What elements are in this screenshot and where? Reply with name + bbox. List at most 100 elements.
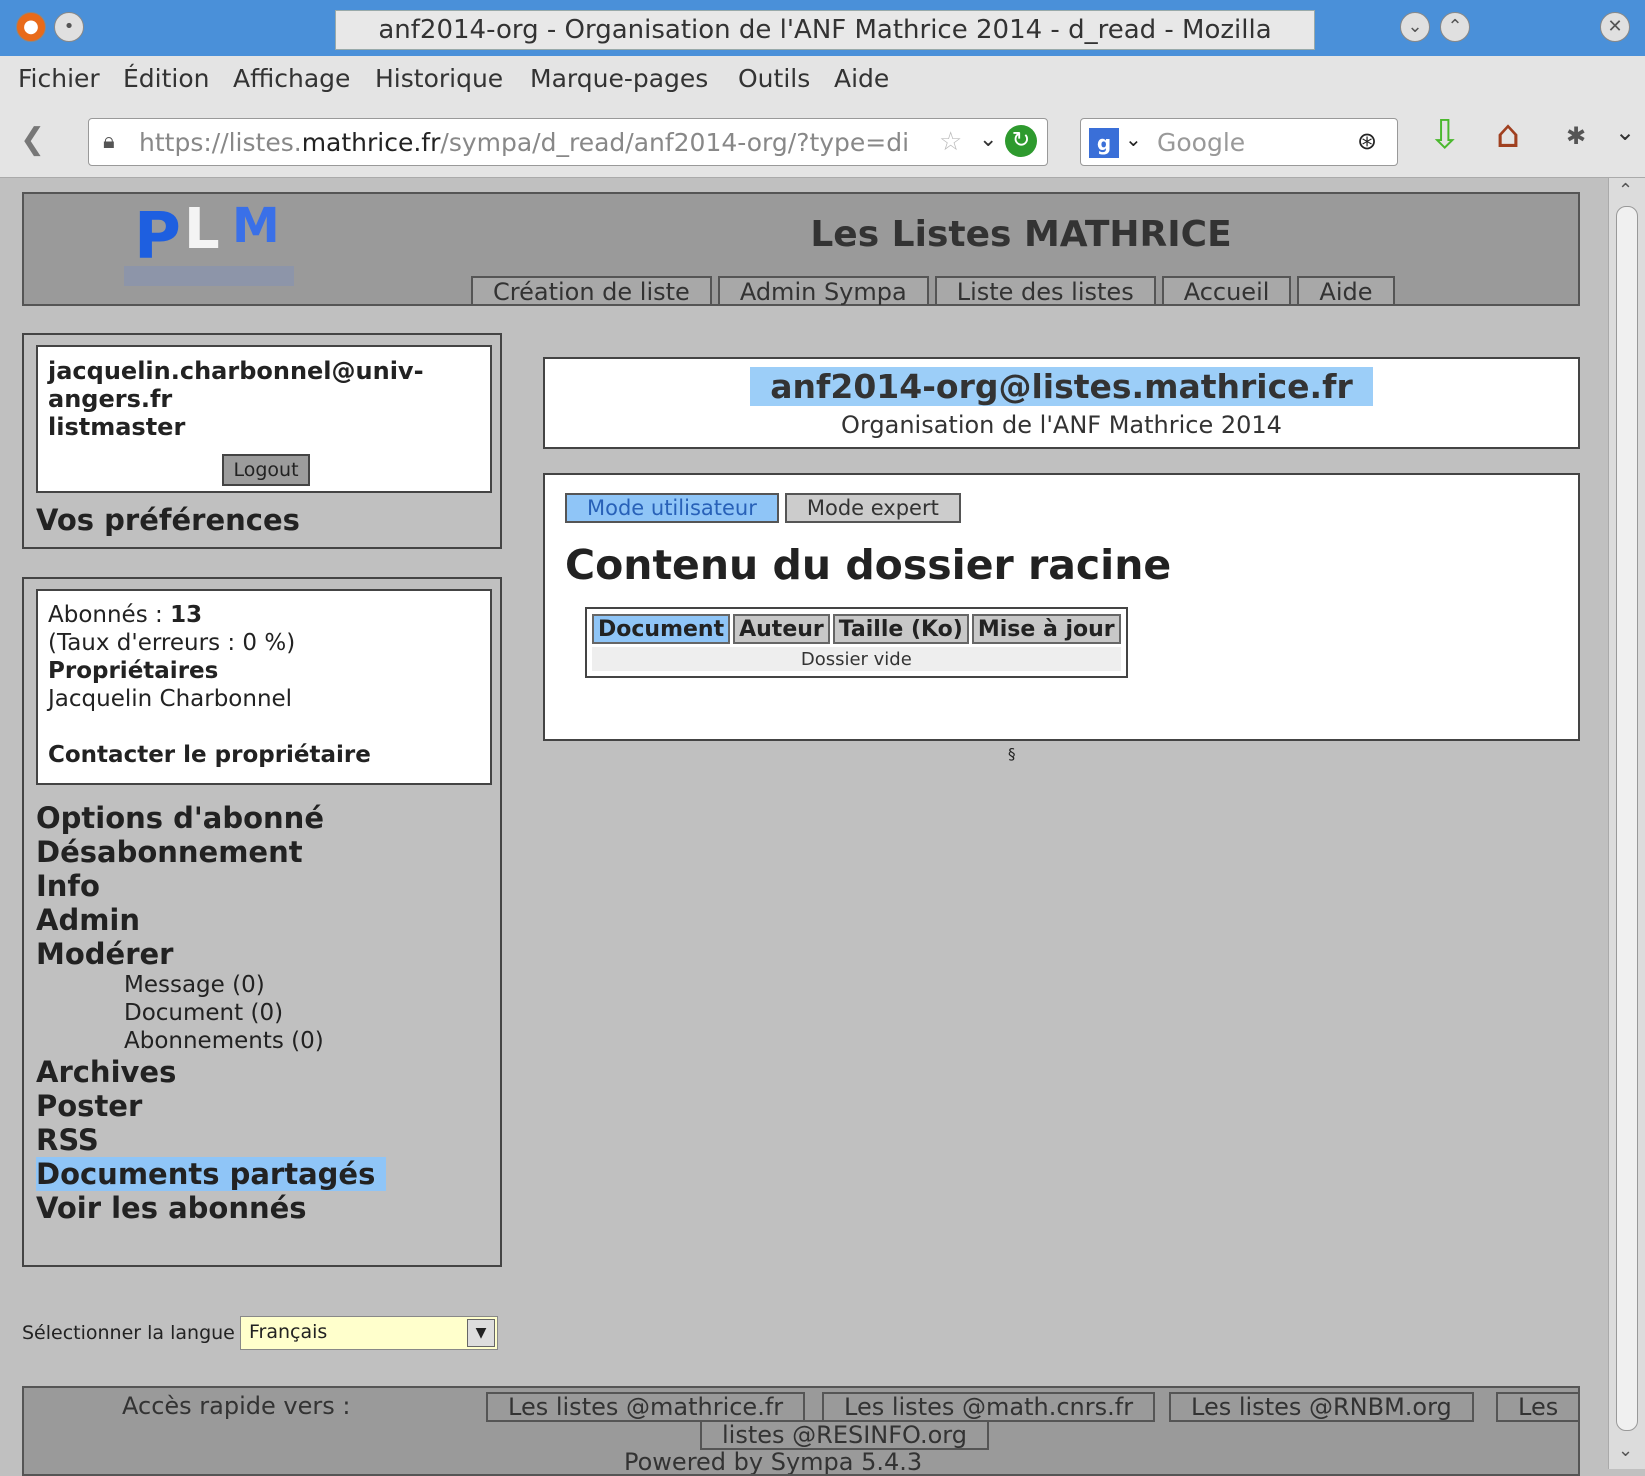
column-taille[interactable]: Taille (Ko): [832, 614, 969, 644]
mode-expert-button[interactable]: Mode expert: [784, 493, 961, 523]
footer-link-math-cnrs[interactable]: Les listes @math.cnrs.fr: [822, 1392, 1156, 1422]
list-info-box: Abonnés : 13 (Taux d'erreurs : 0 %) Prop…: [36, 589, 492, 785]
language-select[interactable]: Français ▼: [240, 1316, 498, 1350]
site-title: Les Listes MATHRICE: [810, 214, 1232, 255]
login-panel: jacquelin.charbonnel@univ- angers.fr lis…: [22, 333, 502, 549]
column-document[interactable]: Document: [592, 614, 731, 644]
menu-bar: Fichier Édition Affichage Historique Mar…: [0, 56, 1645, 104]
nav-admin-sympa[interactable]: Admin Sympa: [717, 276, 929, 306]
menu-admin[interactable]: Admin: [36, 903, 496, 937]
menu-moderer[interactable]: Modérer: [36, 937, 496, 971]
user-role: listmaster: [48, 413, 186, 441]
reload-icon[interactable]: ↻: [1005, 125, 1037, 157]
quick-access-label: Accès rapide vers :: [122, 1392, 351, 1420]
window-title: anf2014-org - Organisation de l'ANF Math…: [335, 10, 1315, 83]
error-rate: (Taux d'erreurs : 0 %): [48, 630, 296, 656]
list-menu: Options d'abonné Désabonnement Info Admi…: [36, 801, 496, 1225]
binoculars-icon[interactable]: ⊛: [1357, 127, 1377, 155]
firefox-icon[interactable]: ●: [16, 12, 46, 42]
page-content: P L M Les Listes MATHRICE Création de li…: [8, 178, 1608, 1476]
folder-title: Contenu du dossier racine: [565, 541, 1172, 589]
shared-documents-panel: Mode utilisateur Mode expert Contenu du d…: [543, 473, 1580, 741]
menu-fichier[interactable]: Fichier: [18, 64, 100, 93]
search-engine-dropdown-icon[interactable]: ⌄: [1125, 127, 1142, 151]
minimize-icon[interactable]: ⌄: [1400, 12, 1430, 42]
nav-accueil[interactable]: Accueil: [1161, 276, 1292, 306]
menu-options-abonne[interactable]: Options d'abonné: [36, 801, 496, 835]
site-header: P L M Les Listes MATHRICE Création de li…: [22, 192, 1580, 306]
list-email-wrap: anf2014-org@listes.mathrice.fr: [545, 367, 1578, 406]
list-header: anf2014-org@listes.mathrice.fr Organisat…: [543, 357, 1580, 449]
nav-liste-des-listes[interactable]: Liste des listes: [934, 276, 1156, 306]
subscribers-line: Abonnés : 13: [48, 602, 203, 628]
list-email[interactable]: anf2014-org@listes.mathrice.fr: [750, 367, 1373, 406]
documents-table: Document Auteur Taille (Ko) Mise à jour …: [585, 607, 1128, 678]
window-menu-icon[interactable]: •: [54, 12, 84, 42]
footer-link-resinfo-part1[interactable]: Les: [1496, 1392, 1578, 1422]
empty-folder-text: Dossier vide: [592, 647, 1121, 671]
lock-icon: 🔒︎: [103, 129, 115, 154]
table-row: Dossier vide: [592, 647, 1121, 671]
scrollbar-thumb[interactable]: [1616, 206, 1638, 1431]
owner-name: Jacquelin Charbonnel: [48, 686, 293, 712]
menu-desabonnement[interactable]: Désabonnement: [36, 835, 496, 869]
window-titlebar: ● • anf2014-org - Organisation de l'ANF …: [0, 0, 1645, 83]
moderate-documents-link[interactable]: Document (0): [36, 999, 496, 1027]
subscribers-count: 13: [170, 602, 203, 628]
footer-link-mathrice[interactable]: Les listes @mathrice.fr: [486, 1392, 806, 1422]
menu-edition[interactable]: Édition: [123, 64, 210, 93]
scroll-down-icon[interactable]: ⌄: [1618, 1440, 1633, 1461]
footer: Accès rapide vers : Les listes @mathrice…: [22, 1386, 1580, 1476]
mode-user-button[interactable]: Mode utilisateur: [565, 493, 779, 523]
home-icon[interactable]: ⌂: [1496, 112, 1520, 156]
close-icon[interactable]: ✕: [1600, 12, 1630, 42]
scroll-up-icon[interactable]: ⌃: [1618, 180, 1633, 201]
url-bar[interactable]: 🔒︎ https://listes.mathrice.fr/sympa/d_re…: [88, 118, 1048, 166]
menu-poster[interactable]: Poster: [36, 1089, 496, 1123]
menu-outils[interactable]: Outils: [738, 64, 810, 93]
column-mise-a-jour[interactable]: Mise à jour: [971, 614, 1121, 644]
footer-link-resinfo-part2[interactable]: listes @RESINFO.org: [700, 1420, 989, 1450]
column-auteur[interactable]: Auteur: [733, 614, 830, 644]
moderate-messages-link[interactable]: Message (0): [36, 971, 496, 999]
menu-rss[interactable]: RSS: [36, 1123, 496, 1157]
navigation-toolbar: ❮ 🔒︎ https://listes.mathrice.fr/sympa/d_…: [0, 104, 1645, 178]
back-icon[interactable]: ❮: [20, 122, 45, 157]
nav-aide[interactable]: Aide: [1297, 276, 1395, 306]
toolbar-overflow-icon[interactable]: ⌄: [1615, 118, 1635, 146]
language-selected-value: Français: [249, 1321, 328, 1343]
powered-by: Powered by Sympa 5.4.3: [624, 1448, 923, 1476]
list-menu-panel: Abonnés : 13 (Taux d'erreurs : 0 %) Prop…: [22, 577, 502, 1267]
google-icon[interactable]: g: [1089, 128, 1119, 158]
moderate-subscriptions-link[interactable]: Abonnements (0): [36, 1027, 496, 1055]
bookmark-star-icon[interactable]: ☆: [939, 127, 962, 157]
top-navigation: Création de liste Admin Sympa Liste des li…: [471, 276, 1401, 306]
menu-archives[interactable]: Archives: [36, 1055, 496, 1089]
section-mark: §: [1008, 745, 1016, 763]
language-label: Sélectionner la langue: [22, 1322, 235, 1344]
user-identity-box: jacquelin.charbonnel@univ- angers.fr lis…: [36, 345, 492, 493]
menu-documents-partages[interactable]: Documents partagés: [36, 1157, 386, 1191]
menu-historique[interactable]: Historique: [375, 64, 503, 93]
extension-icon[interactable]: ✱: [1566, 122, 1586, 150]
menu-voir-abonnes[interactable]: Voir les abonnés: [36, 1191, 496, 1225]
nav-creation-liste[interactable]: Création de liste: [471, 276, 712, 306]
footer-link-rnbm[interactable]: Les listes @RNBM.org: [1169, 1392, 1474, 1422]
mode-tabs: Mode utilisateur Mode expert: [565, 493, 967, 523]
vertical-scrollbar[interactable]: ⌃ ⌄: [1608, 178, 1645, 1469]
user-email-line2: angers.fr: [48, 385, 173, 413]
url-dropdown-icon[interactable]: ⌄: [979, 127, 997, 152]
download-icon[interactable]: ⇩: [1428, 112, 1462, 158]
search-input[interactable]: Google: [1157, 128, 1245, 157]
menu-aide[interactable]: Aide: [834, 64, 889, 93]
contact-owner-link[interactable]: Contacter le propriétaire: [48, 741, 480, 769]
menu-affichage[interactable]: Affichage: [233, 64, 350, 93]
menu-marque-pages[interactable]: Marque-pages: [530, 64, 708, 93]
maximize-icon[interactable]: ⌃: [1440, 12, 1470, 42]
dropdown-arrow-icon[interactable]: ▼: [467, 1319, 495, 1347]
url-text: https://listes.mathrice.fr/sympa/d_read/…: [139, 128, 910, 157]
search-bar[interactable]: g ⌄ Google ⊛: [1080, 118, 1398, 166]
menu-info[interactable]: Info: [36, 869, 496, 903]
preferences-link[interactable]: Vos préférences: [36, 503, 300, 537]
logout-button[interactable]: Logout: [222, 454, 310, 486]
